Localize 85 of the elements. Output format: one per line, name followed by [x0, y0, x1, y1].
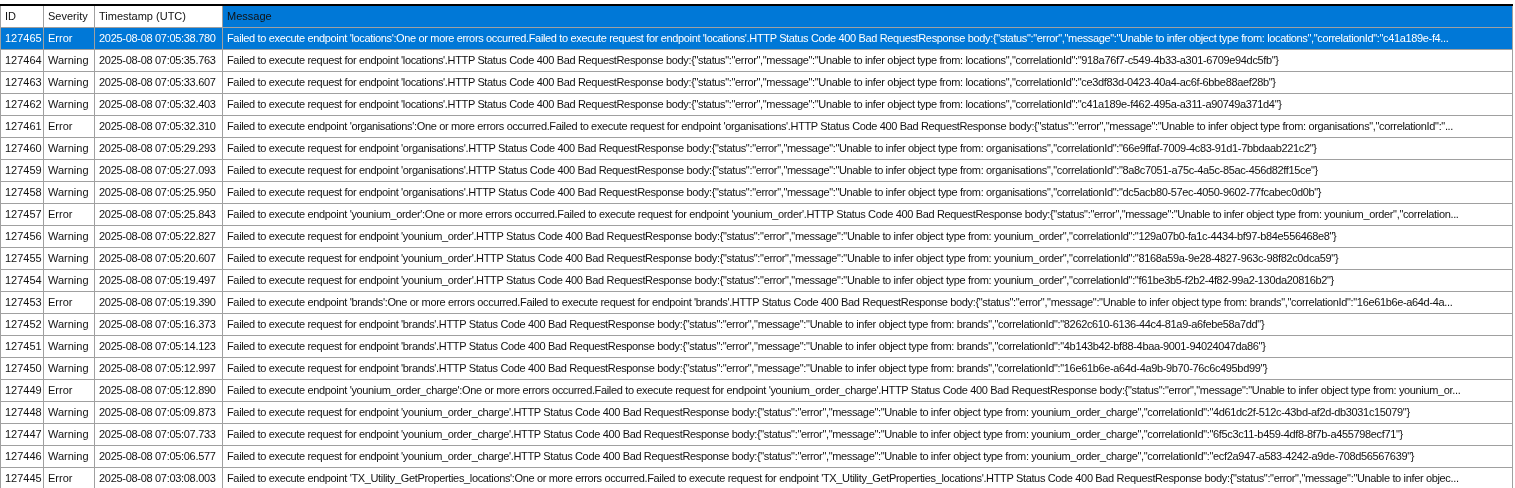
table-cell: 127459 — [0, 159, 44, 181]
table-cell: Failed to execute endpoint 'brands':One or more errors occurred.Failed to execute request for endpoint 'brands'.HTTP Status Code 400 Bad RequestResponse body:{"status":"error","message":"Unable to infer object type from: brands","correlationId":"16e61b6e-a64d-4a... — [222, 291, 1513, 313]
table-cell: 127456 — [0, 225, 44, 247]
table-cell: 127452 — [0, 313, 44, 335]
column-header[interactable]: Timestamp (UTC) — [94, 5, 223, 27]
table-cell: Failed to execute endpoint 'younium_order':One or more errors occurred.Failed to execute request for endpoint 'younium_order'.HTTP Status Code 400 Bad RequestResponse body:{"status":"error","message":"Unable to infer object type from: younium_order","correlation... — [222, 203, 1513, 225]
table-cell: Warning — [43, 269, 95, 291]
table-cell: Failed to execute endpoint 'organisations':One or more errors occurred.Failed to execute request for endpoint 'organisations'.HTTP Status Code 400 Bad RequestResponse body:{"status":"error","message":"Unable to infer object type from: organisations","correlationId":"... — [222, 115, 1513, 137]
table-cell: 127464 — [0, 49, 44, 71]
table-cell: 2025-08-08 07:05:19.497 — [94, 269, 223, 291]
table-cell: 2025-08-08 07:05:12.890 — [94, 379, 223, 401]
table-cell: 2025-08-08 07:05:07.733 — [94, 423, 223, 445]
table-cell: Warning — [43, 445, 95, 467]
table-cell: 2025-08-08 07:05:22.827 — [94, 225, 223, 247]
table-cell: 127455 — [0, 247, 44, 269]
table-cell: Warning — [43, 313, 95, 335]
table-cell: 127453 — [0, 291, 44, 313]
table-cell: Error — [43, 291, 95, 313]
table-cell: Warning — [43, 71, 95, 93]
table-cell: 2025-08-08 07:05:09.873 — [94, 401, 223, 423]
table-cell: Warning — [43, 181, 95, 203]
table-cell: Warning — [43, 93, 95, 115]
table-cell: 127445 — [0, 467, 44, 488]
table-cell: 2025-08-08 07:05:25.843 — [94, 203, 223, 225]
table-cell: Failed to execute request for endpoint 'younium_order'.HTTP Status Code 400 Bad RequestResponse body:{"status":"error","message":"Unable to infer object type from: younium_order","correlationId":"f61be3b5-f2b2-4f82-99a2-130da20816b2"} — [222, 269, 1513, 291]
table-cell: 2025-08-08 07:05:32.403 — [94, 93, 223, 115]
table-cell: Failed to execute request for endpoint 'organisations'.HTTP Status Code 400 Bad RequestResponse body:{"status":"error","message":"Unable to infer object type from: organisations","correlationId":"66e9ffaf-7009-4c83-91d1-7bbdaab221c2"} — [222, 137, 1513, 159]
table-cell: Error — [43, 115, 95, 137]
table-cell: Warning — [43, 247, 95, 269]
table-cell: Failed to execute request for endpoint 'locations'.HTTP Status Code 400 Bad RequestResponse body:{"status":"error","message":"Unable to infer object type from: locations","correlationId":"c41a189e-f462-495a-a311-a90749a371d4"} — [222, 93, 1513, 115]
table-cell: 2025-08-08 07:05:06.577 — [94, 445, 223, 467]
table-cell: 127460 — [0, 137, 44, 159]
table-cell: 2025-08-08 07:05:20.607 — [94, 247, 223, 269]
table-cell: 2025-08-08 07:05:32.310 — [94, 115, 223, 137]
table-cell: Failed to execute request for endpoint 'younium_order_charge'.HTTP Status Code 400 Bad RequestResponse body:{"status":"error","message":"Unable to infer object type from: younium_order_charge","correlationId":"4d61dc2f-512c-43bd-af2d-db3031c15079"} — [222, 401, 1513, 423]
table-cell: Failed to execute endpoint 'locations':One or more errors occurred.Failed to execute request for endpoint 'locations'.HTTP Status Code 400 Bad RequestResponse body:{"status":"error","message":"Unable to infer object type from: locations","correlationId":"c41a189e-f4... — [222, 27, 1513, 49]
table-cell: Warning — [43, 137, 95, 159]
table-cell: 127447 — [0, 423, 44, 445]
table-cell: 2025-08-08 07:05:33.607 — [94, 71, 223, 93]
column-header[interactable]: ID — [0, 5, 44, 27]
table-cell: 2025-08-08 07:05:29.293 — [94, 137, 223, 159]
table-cell: Warning — [43, 423, 95, 445]
table-cell: Failed to execute request for endpoint 'locations'.HTTP Status Code 400 Bad RequestResponse body:{"status":"error","message":"Unable to infer object type from: locations","correlationId":"ce3df83d-0423-40a4-ac6f-6bbe88aef28b"} — [222, 71, 1513, 93]
table-cell: Failed to execute request for endpoint 'locations'.HTTP Status Code 400 Bad RequestResponse body:{"status":"error","message":"Unable to infer object type from: locations","correlationId":"918a76f7-c549-4b33-a301-6709e94dc5fb"} — [222, 49, 1513, 71]
table-cell: 127458 — [0, 181, 44, 203]
table-cell: 2025-08-08 07:05:38.780 — [94, 27, 223, 49]
table-cell: Warning — [43, 401, 95, 423]
table-cell: Failed to execute request for endpoint 'younium_order'.HTTP Status Code 400 Bad RequestResponse body:{"status":"error","message":"Unable to infer object type from: younium_order","correlationId":"129a07b0-fa1c-4434-bf97-b84e556468e8"} — [222, 225, 1513, 247]
table-cell: 127454 — [0, 269, 44, 291]
table-cell: Error — [43, 27, 95, 49]
table-cell: 127448 — [0, 401, 44, 423]
table-cell: 2025-08-08 07:05:12.997 — [94, 357, 223, 379]
table-cell: 127457 — [0, 203, 44, 225]
table-cell: 127449 — [0, 379, 44, 401]
table-cell: Failed to execute request for endpoint 'organisations'.HTTP Status Code 400 Bad RequestResponse body:{"status":"error","message":"Unable to infer object type from: organisations","correlationId":"dc5acb80-57ec-4050-9602-77fcabec0d0b"} — [222, 181, 1513, 203]
table-cell: Error — [43, 203, 95, 225]
table-cell: 2025-08-08 07:05:25.950 — [94, 181, 223, 203]
table-cell: Failed to execute request for endpoint 'younium_order'.HTTP Status Code 400 Bad RequestResponse body:{"status":"error","message":"Unable to infer object type from: younium_order","correlationId":"8168a59a-9e28-4827-963c-98f82c0dca59"} — [222, 247, 1513, 269]
table-cell: Failed to execute endpoint 'younium_order_charge':One or more errors occurred.Failed to execute request for endpoint 'younium_order_charge'.HTTP Status Code 400 Bad RequestResponse body:{"status":"error","message":"Unable to infer object type from: younium_or... — [222, 379, 1513, 401]
table-cell: Failed to execute request for endpoint 'younium_order_charge'.HTTP Status Code 400 Bad RequestResponse body:{"status":"error","message":"Unable to infer object type from: younium_order_charge","correlationId":"6f5c3c11-b459-4df8-8f7b-a455798ecf71"} — [222, 423, 1513, 445]
column-header[interactable]: Severity — [43, 5, 95, 27]
table-cell: 2025-08-08 07:05:27.093 — [94, 159, 223, 181]
table-cell: Warning — [43, 335, 95, 357]
table-cell: Warning — [43, 159, 95, 181]
column-header[interactable]: Message — [222, 5, 1513, 27]
table-cell: 127463 — [0, 71, 44, 93]
table-cell: 127461 — [0, 115, 44, 137]
table-cell: 2025-08-08 07:05:16.373 — [94, 313, 223, 335]
table-cell: 127450 — [0, 357, 44, 379]
table-cell: Warning — [43, 225, 95, 247]
table-cell: Failed to execute request for endpoint 'brands'.HTTP Status Code 400 Bad RequestResponse body:{"status":"error","message":"Unable to infer object type from: brands","correlationId":"4b143b42-bf88-4baa-9001-94024047da86"} — [222, 335, 1513, 357]
table-cell: 2025-08-08 07:05:35.763 — [94, 49, 223, 71]
table-cell: Failed to execute request for endpoint 'brands'.HTTP Status Code 400 Bad RequestResponse body:{"status":"error","message":"Unable to infer object type from: brands","correlationId":"8262c610-6136-44c4-81a9-a6febe58a7dd"} — [222, 313, 1513, 335]
table-cell: Error — [43, 379, 95, 401]
table-cell: 127465 — [0, 27, 44, 49]
table-cell: 127446 — [0, 445, 44, 467]
table-cell: 2025-08-08 07:05:14.123 — [94, 335, 223, 357]
table-cell: Failed to execute request for endpoint 'younium_order_charge'.HTTP Status Code 400 Bad RequestResponse body:{"status":"error","message":"Unable to infer object type from: younium_order_charge","correlationId":"ecf2a947-a583-4242-a9de-708d56567639"} — [222, 445, 1513, 467]
table-cell: 127451 — [0, 335, 44, 357]
table-cell: Failed to execute request for endpoint 'brands'.HTTP Status Code 400 Bad RequestResponse body:{"status":"error","message":"Unable to infer object type from: brands","correlationId":"16e61b6e-a64d-4a9b-9b70-76c6c495bd99"} — [222, 357, 1513, 379]
table-cell: Warning — [43, 49, 95, 71]
table-cell: Failed to execute request for endpoint 'organisations'.HTTP Status Code 400 Bad RequestResponse body:{"status":"error","message":"Unable to infer object type from: organisations","correlationId":"8a8c7051-a75c-4a5c-85ac-456d82ff15ce"} — [222, 159, 1513, 181]
table-cell: 127462 — [0, 93, 44, 115]
table-cell: Warning — [43, 357, 95, 379]
table-cell: 2025-08-08 07:05:19.390 — [94, 291, 223, 313]
